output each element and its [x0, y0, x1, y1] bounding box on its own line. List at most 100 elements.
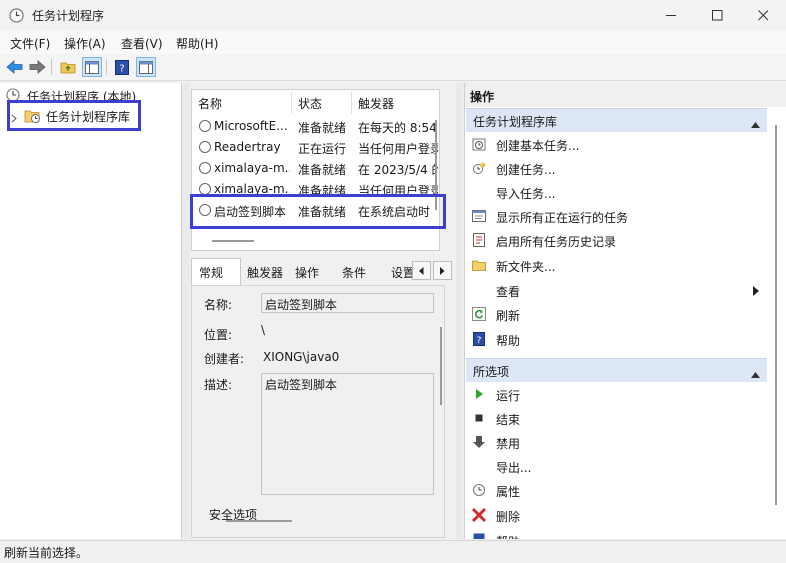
run-icon: [472, 387, 486, 401]
security-options-group: 安全选项: [192, 505, 302, 521]
description-field[interactable]: 启动签到脚本: [261, 373, 434, 495]
forward-button[interactable]: [27, 57, 47, 77]
table-row[interactable]: ximalaya-m... 准备就绪 在 2023/5/4 的: [192, 158, 439, 179]
chevron-up-icon[interactable]: [751, 117, 760, 131]
svg-text:?: ?: [119, 63, 124, 74]
action-properties[interactable]: 属性: [465, 479, 765, 501]
action-label: 查看: [496, 285, 521, 299]
close-icon: [757, 10, 768, 21]
toolbar: ?: [0, 54, 786, 81]
action-enable-history[interactable]: 启用所有任务历史记录: [465, 229, 765, 251]
menu-help[interactable]: 帮助(H): [176, 35, 218, 52]
minimize-button[interactable]: [648, 0, 694, 31]
task-trigger: 在每天的 8:54: [358, 121, 437, 135]
help-book-icon: ?: [115, 59, 129, 75]
help-toolbar-button[interactable]: ?: [112, 57, 132, 77]
refresh-icon: [472, 307, 486, 321]
properties-clock-icon: [472, 483, 486, 497]
stop-icon: [472, 411, 486, 425]
pane-splitter[interactable]: [456, 83, 463, 539]
tab-triggers[interactable]: 触发器: [247, 264, 283, 281]
back-button[interactable]: [4, 57, 24, 77]
action-label: 属性: [496, 485, 521, 499]
menu-file[interactable]: 文件(F): [10, 35, 50, 52]
general-tab-content: 名称: 启动签到脚本 位置: \ 创建者: XIONG\java0 描述: 启动…: [191, 285, 445, 538]
action-pane-icon: [139, 60, 153, 74]
action-disable[interactable]: 禁用: [465, 431, 765, 453]
action-pane-title: 操作: [470, 90, 495, 104]
task-trigger: 在 2023/5/4 的: [358, 163, 438, 177]
task-status: 准备就绪: [298, 163, 347, 177]
svg-text:?: ?: [477, 336, 482, 346]
disable-arrow-icon: [472, 435, 486, 449]
vertical-scrollbar-thumb[interactable]: [775, 125, 777, 505]
action-new-folder[interactable]: 新文件夹...: [465, 254, 765, 276]
show-hide-console-tree-button[interactable]: [82, 57, 102, 77]
running-tasks-icon: [472, 209, 486, 223]
action-create-task[interactable]: 创建任务...: [465, 157, 765, 179]
horizontal-scrollbar-thumb[interactable]: [212, 240, 254, 242]
action-import-task[interactable]: 导入任务...: [465, 181, 765, 203]
tab-conditions[interactable]: 条件: [342, 264, 366, 281]
window-title: 任务计划程序: [32, 9, 105, 23]
description-value: 启动签到脚本: [265, 378, 338, 392]
chevron-up-icon[interactable]: [751, 367, 760, 381]
chevron-right-icon: [440, 266, 445, 275]
table-row[interactable]: Readertray 正在运行 当任何用户登录: [192, 137, 439, 158]
menu-view[interactable]: 查看(V): [121, 35, 163, 52]
section-header-library[interactable]: 任务计划程序库: [466, 108, 767, 132]
description-label: 描述:: [204, 378, 233, 392]
location-value: \: [261, 323, 266, 337]
selection-highlight-box: [7, 100, 141, 131]
column-divider[interactable]: [291, 92, 292, 114]
table-row[interactable]: ximalaya-m... 准备就绪 当任何用户登录: [192, 179, 439, 195]
task-status: 正在运行: [298, 142, 347, 156]
menu-bar: 文件(F) 操作(A) 查看(V) 帮助(H): [0, 31, 786, 54]
task-name: MicrosoftE...: [214, 119, 288, 133]
table-row[interactable]: MicrosoftE... 准备就绪 在每天的 8:54: [192, 116, 439, 137]
horizontal-scrollbar-thumb[interactable]: [226, 520, 292, 522]
action-display-running-tasks[interactable]: 显示所有正在运行的任务: [465, 205, 765, 227]
folder-up-icon: [60, 62, 76, 74]
action-create-basic-task[interactable]: 创建基本任务...: [465, 133, 765, 155]
action-help-selected[interactable]: 帮助: [465, 529, 765, 539]
action-run[interactable]: 运行: [465, 383, 765, 405]
action-label: 导出...: [496, 461, 532, 475]
tab-actions[interactable]: 操作: [295, 264, 319, 281]
action-export[interactable]: 导出...: [465, 455, 765, 477]
task-scheduler-app-icon: [9, 8, 24, 23]
location-label: 位置:: [204, 328, 233, 342]
action-help[interactable]: ? 帮助: [465, 328, 765, 350]
maximize-button[interactable]: [694, 0, 740, 31]
task-name: ximalaya-m...: [214, 161, 290, 175]
close-button[interactable]: [740, 0, 786, 31]
up-folder-button[interactable]: [58, 57, 78, 77]
action-label: 创建任务...: [496, 163, 556, 177]
help-book-icon: ?: [472, 332, 486, 346]
tab-scroll-left-button[interactable]: [412, 261, 431, 280]
action-end[interactable]: 结束: [465, 407, 765, 429]
action-label: 显示所有正在运行的任务: [496, 211, 629, 225]
action-label: 新文件夹...: [496, 260, 556, 274]
vertical-scrollbar-thumb[interactable]: [440, 327, 442, 405]
section-header-selected-item[interactable]: 所选项: [466, 358, 767, 382]
author-value: XIONG\java0: [263, 350, 340, 364]
tab-scroll-right-button[interactable]: [433, 261, 452, 280]
name-label: 名称:: [204, 298, 233, 312]
action-view[interactable]: 查看: [465, 279, 765, 301]
action-label: 导入任务...: [496, 187, 556, 201]
column-divider[interactable]: [351, 92, 352, 114]
column-header-trigger[interactable]: 触发器: [358, 95, 394, 112]
show-hide-action-pane-button[interactable]: [136, 57, 156, 77]
action-label: 禁用: [496, 437, 521, 451]
column-header-name[interactable]: 名称: [198, 95, 222, 112]
pane-splitter[interactable]: [183, 83, 190, 539]
action-refresh[interactable]: 刷新: [465, 303, 765, 325]
tab-general[interactable]: 常规: [199, 264, 223, 281]
new-folder-icon: [472, 258, 486, 272]
name-field[interactable]: 启动签到脚本: [261, 293, 434, 313]
action-label: 创建基本任务...: [496, 139, 580, 153]
column-header-status[interactable]: 状态: [298, 95, 322, 112]
action-delete[interactable]: 删除: [465, 504, 765, 526]
menu-action[interactable]: 操作(A): [64, 35, 106, 52]
